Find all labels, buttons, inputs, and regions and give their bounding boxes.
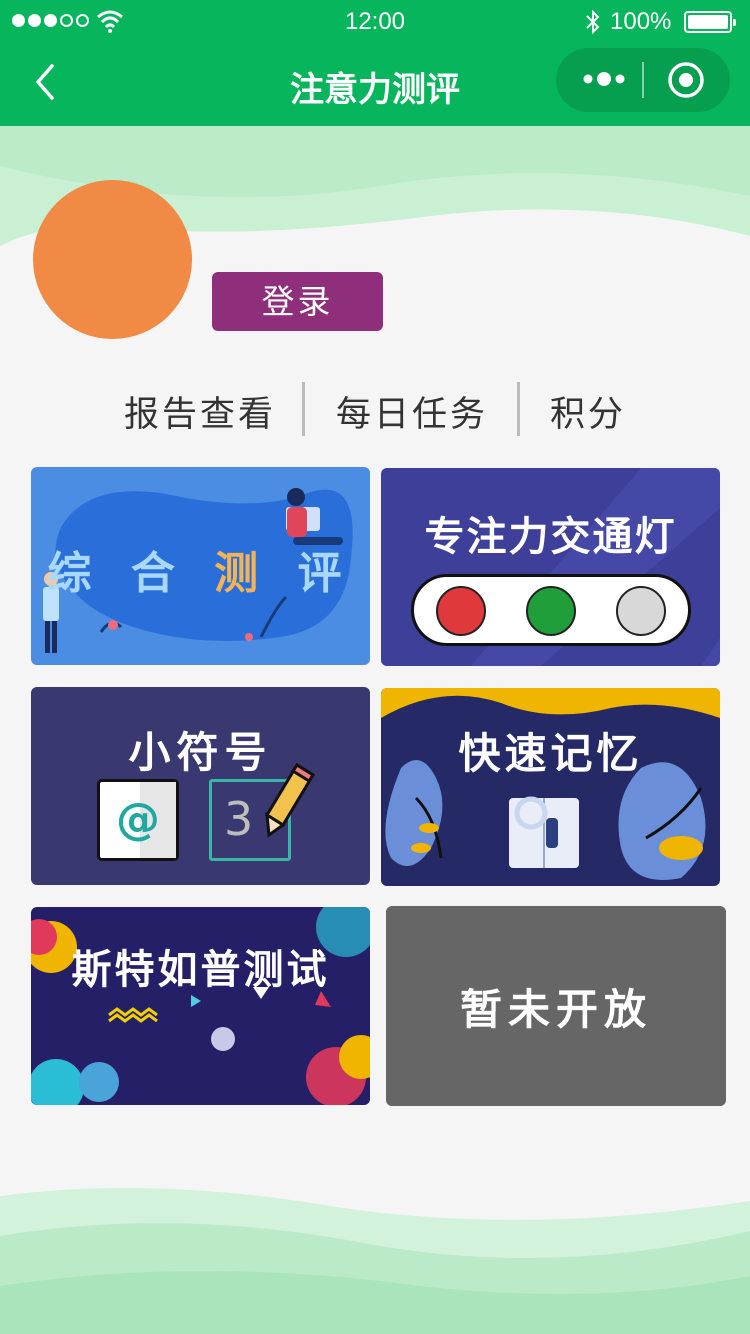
card-title: 综 合 测 评 [47,548,354,599]
card-title: 专注力交通灯 [424,514,677,560]
card-title: 小符号 [128,728,273,777]
traffic-light-icon [411,574,691,646]
more-icon[interactable] [578,62,630,96]
nav-bar: 注意力测评 [0,44,750,126]
pencil-icon [264,762,316,838]
card-illustration [381,688,720,880]
grey-light-icon [616,586,666,636]
tab-divider [302,382,305,436]
card-small-symbols[interactable]: 小符号 @ 3 [31,687,370,885]
card-title: 斯特如普测试 [71,947,330,993]
card-comprehensive-test[interactable]: 综 合 测 评 [31,467,370,665]
status-bar: 12:00 100% [0,0,750,44]
quick-links: 报告查看 每日任务 积分 [0,380,750,438]
tab-divider [517,382,520,436]
mini-program-capsule [556,48,730,112]
battery-icon [684,11,736,33]
card-quick-memory[interactable]: 快速记忆 [381,688,720,886]
card-not-open[interactable]: 暂未开放 [386,906,726,1106]
close-miniprogram-icon[interactable] [666,60,706,100]
footer-wave-decoration [0,1188,750,1334]
tab-report-view[interactable]: 报告查看 [124,386,276,437]
battery-percent: 100% [610,8,672,35]
green-light-icon [526,586,576,636]
red-light-icon [436,586,486,636]
avatar[interactable] [33,180,192,339]
card-title: 快速记忆 [458,729,643,778]
bluetooth-icon [586,9,600,35]
capsule-divider [642,62,644,98]
card-title: 暂未开放 [459,985,652,1034]
card-stroop-test[interactable]: 斯特如普测试 [31,907,370,1105]
at-symbol-tile: @ [97,779,179,861]
card-focus-traffic-light[interactable]: 专注力交通灯 [381,468,720,666]
tab-points[interactable]: 积分 [550,386,626,437]
tab-daily-task[interactable]: 每日任务 [336,386,488,437]
login-button[interactable]: 登录 [212,272,383,331]
